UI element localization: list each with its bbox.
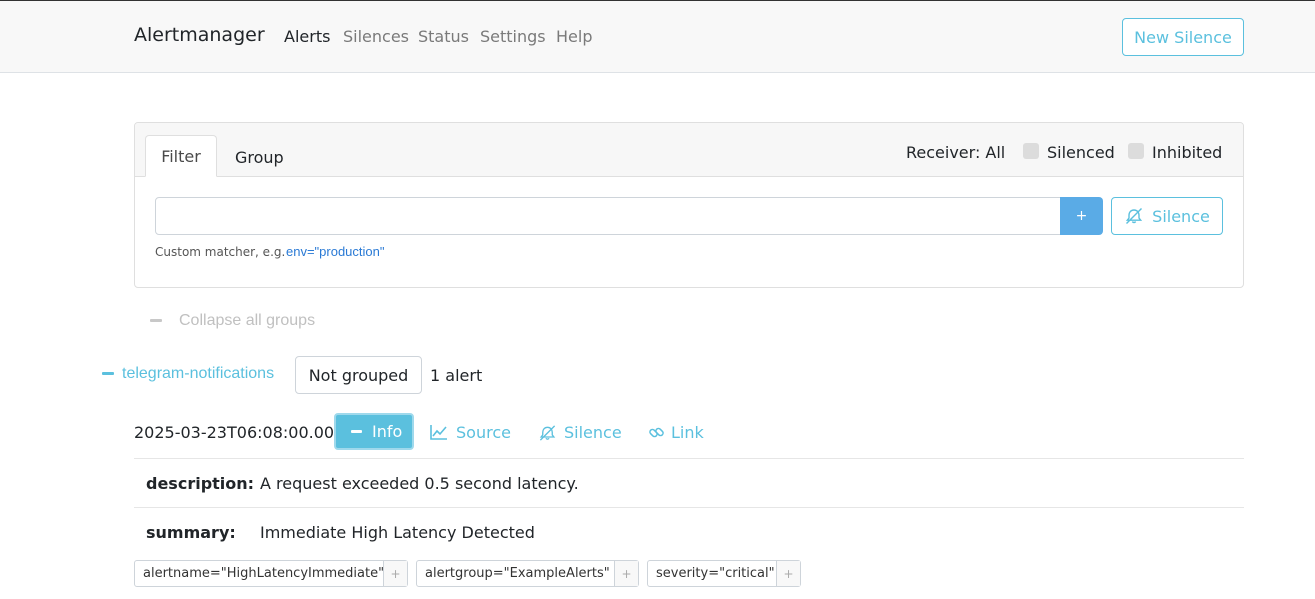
new-silence-button[interactable]: New Silence [1122,18,1244,56]
add-label-filter-button[interactable]: + [776,561,800,586]
filter-silence-button[interactable]: Silence [1111,197,1223,235]
link-icon [649,427,664,438]
nav-status[interactable]: Status [418,27,469,46]
label-text: alertname="HighLatencyImmediate" [143,566,385,581]
silenced-label[interactable]: Silenced [1047,143,1115,162]
add-label-filter-button[interactable]: + [614,561,638,586]
bell-slash-icon [539,425,556,441]
info-button[interactable]: Info [334,413,414,450]
add-matcher-button[interactable]: + [1060,197,1103,235]
label-text: alertgroup="ExampleAlerts" [425,566,610,581]
matcher-example[interactable]: env="production" [286,244,385,259]
tab-group[interactable]: Group [235,148,284,167]
alert-link-label: Link [671,423,704,442]
divider [134,458,1244,459]
minus-icon [351,430,362,433]
label-text: severity="critical" [656,566,775,581]
alert-timestamp: 2025-03-23T06:08:00.000Z [134,423,356,442]
inhibited-checkbox[interactable] [1128,143,1144,159]
filter-silence-label: Silence [1152,206,1210,226]
source-label: Source [456,423,511,442]
navbar: Alertmanager Alerts Silences Status Sett… [0,0,1315,73]
filter-card-header: Filter Group Receiver: All Silenced Inhi… [135,123,1243,177]
chart-line-icon [430,425,447,440]
filter-card: Filter Group Receiver: All Silenced Inhi… [134,122,1244,288]
tab-filter[interactable]: Filter [145,135,217,177]
annotation-value: Immediate High Latency Detected [260,523,535,542]
collapse-all-groups-button[interactable]: Collapse all groups [179,312,315,330]
group-collapse-minus-icon[interactable] [102,372,114,375]
group-by-label: Not grouped [308,365,409,385]
group-receiver-link[interactable]: telegram-notifications [122,365,274,383]
inhibited-label[interactable]: Inhibited [1152,143,1222,162]
annotation-value: A request exceeded 0.5 second latency. [260,474,579,493]
divider [134,507,1244,508]
label-alertname[interactable]: alertname="HighLatencyImmediate" + [134,560,408,587]
matcher-input[interactable] [155,197,1061,235]
label-alertgroup[interactable]: alertgroup="ExampleAlerts" + [416,560,639,587]
top-border [0,0,1315,1]
nav-settings[interactable]: Settings [480,27,546,46]
silenced-checkbox[interactable] [1023,143,1039,159]
info-label: Info [372,422,403,441]
annotation-key: description: [146,474,255,493]
alert-count: 1 alert [430,366,483,385]
bell-slash-icon [1126,208,1143,224]
alert-silence-label: Silence [564,423,622,442]
nav-alerts[interactable]: Alerts [284,27,330,46]
collapse-minus-icon[interactable] [150,319,162,322]
matcher-hint: Custom matcher, e.g. [155,245,286,259]
nav-help[interactable]: Help [556,27,592,46]
new-silence-label: New Silence [1134,27,1232,47]
add-label-filter-button[interactable]: + [383,561,407,586]
label-severity[interactable]: severity="critical" + [647,560,801,587]
group-by-button[interactable]: Not grouped [295,356,422,394]
tab-filter-label: Filter [161,146,201,166]
annotation-key: summary: [146,523,236,542]
receiver-select[interactable]: Receiver: All [906,143,1005,162]
plus-label: + [1075,208,1088,224]
nav-silences[interactable]: Silences [343,27,409,46]
brand-logo[interactable]: Alertmanager [134,24,265,46]
